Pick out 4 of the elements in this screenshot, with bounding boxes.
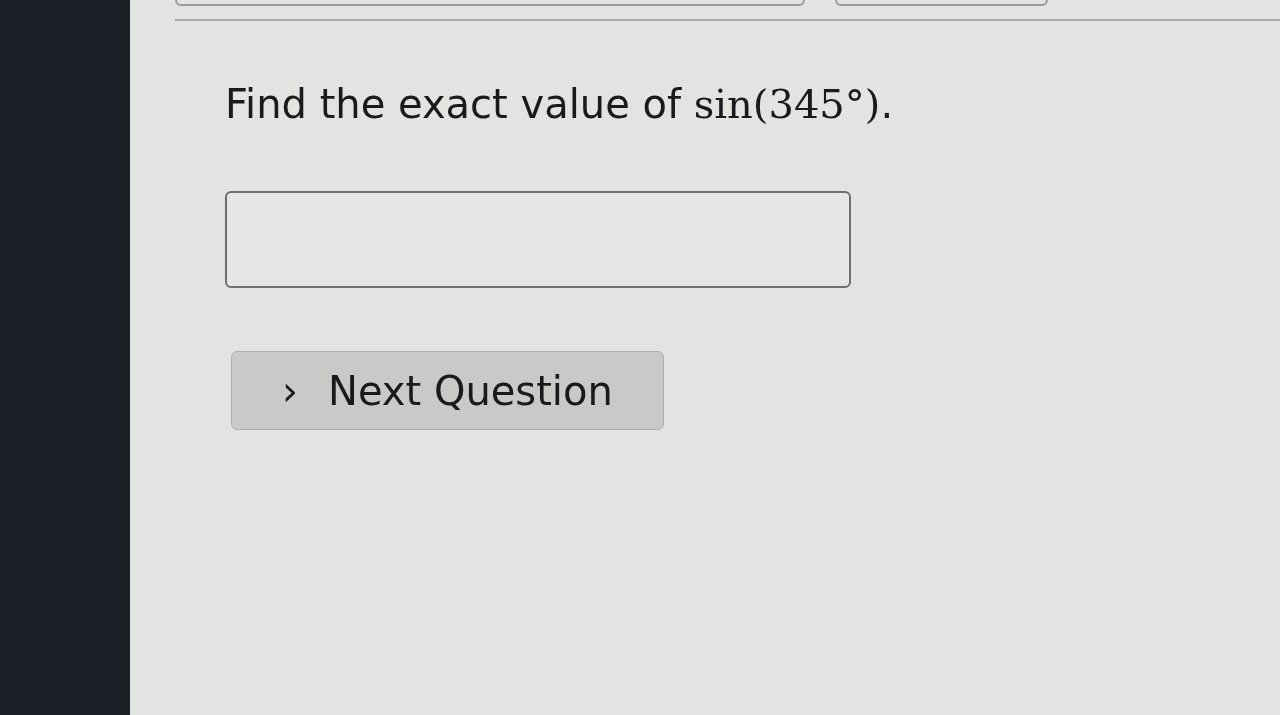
answer-field[interactable] <box>225 191 851 288</box>
question-text: Find the exact value of sin(345°). <box>225 80 894 129</box>
chevron-icon: › <box>282 370 298 411</box>
next-question-button[interactable]: › Next Question <box>231 351 664 430</box>
